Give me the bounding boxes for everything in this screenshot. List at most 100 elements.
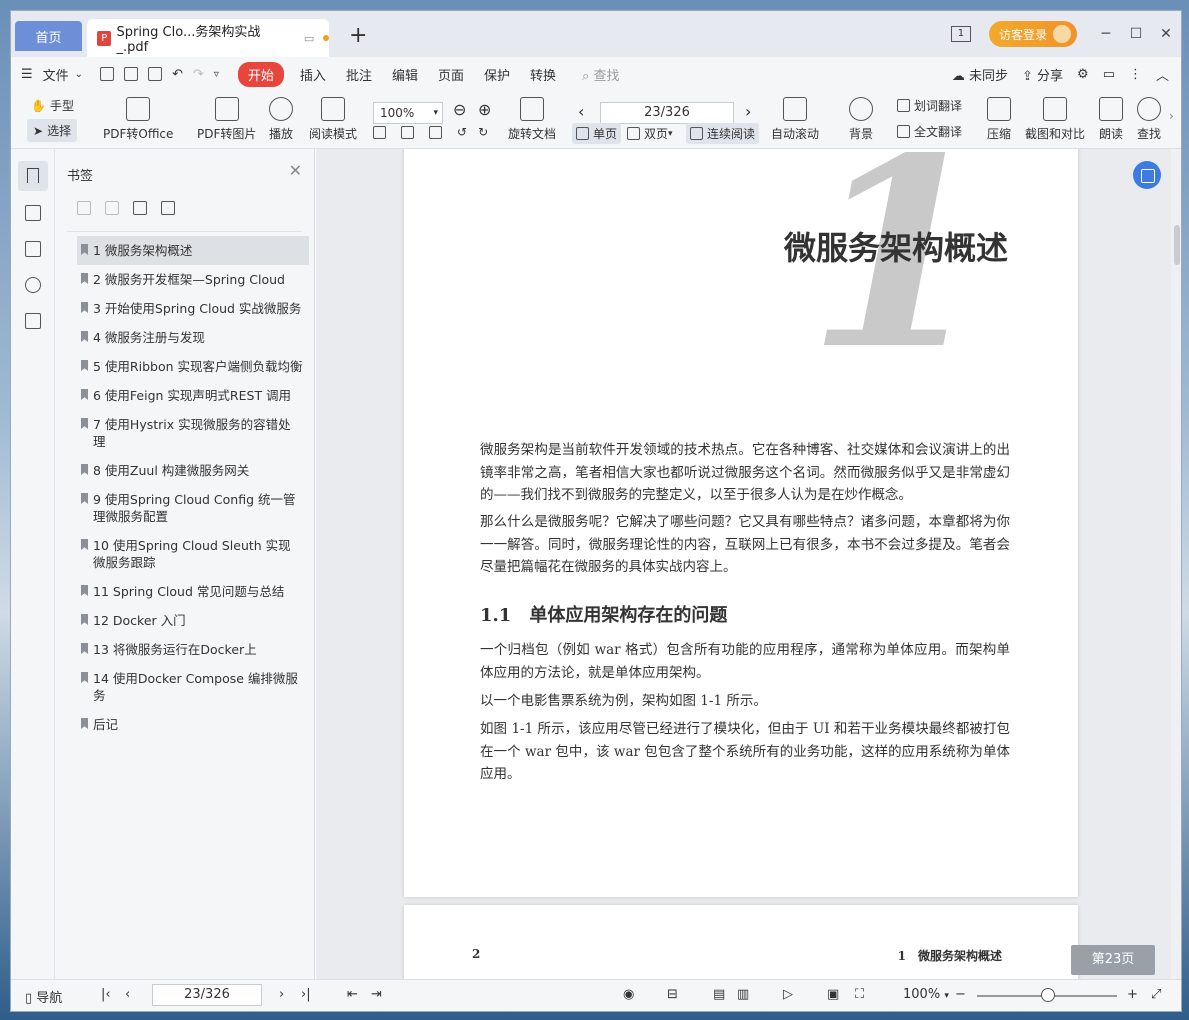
bookmark-item[interactable]: 10 使用Spring Cloud Sleuth 实现微服务跟踪 xyxy=(77,531,309,577)
bookmark-item[interactable]: 13 将微服务运行在Docker上 xyxy=(77,635,309,664)
actual-size-icon[interactable] xyxy=(373,125,386,139)
prev-page-icon[interactable]: ‹ xyxy=(578,102,584,121)
status-zoom-select[interactable]: 100% ▾ xyxy=(903,987,949,1002)
scrollbar-thumb[interactable] xyxy=(1174,225,1180,265)
settings-icon[interactable]: ⚙ xyxy=(1077,67,1089,82)
tab-document[interactable]: P Spring Clo...务架构实战_.pdf ▭ xyxy=(87,19,329,57)
bookmark-panel-icon[interactable] xyxy=(18,161,48,191)
menu-file[interactable]: 文件 xyxy=(43,65,69,84)
vertical-scrollbar[interactable] xyxy=(1171,149,1181,981)
bookmark-item[interactable]: 3 开始使用Spring Cloud 实战微服务 xyxy=(77,294,309,323)
chevron-down-icon[interactable]: ⌄ xyxy=(75,69,83,80)
select-tool-button[interactable]: ➤ 选择 xyxy=(27,119,78,142)
fit-page-icon[interactable]: ⛶ xyxy=(855,987,864,1002)
hand-tool-button[interactable]: ✋ 手型 xyxy=(31,97,74,114)
open-folder-icon[interactable] xyxy=(100,67,115,81)
menu-page[interactable]: 页面 xyxy=(438,65,464,84)
print-icon[interactable] xyxy=(148,67,163,81)
next-page-icon[interactable]: › xyxy=(745,102,751,121)
fullscreen-icon[interactable]: ⤢ xyxy=(1151,987,1161,1002)
bookmark-item[interactable]: 2 微服务开发框架—Spring Cloud xyxy=(77,265,309,294)
zoom-in-icon[interactable]: + xyxy=(1127,987,1138,1002)
bookmark-item[interactable]: 后记 xyxy=(77,710,309,739)
save-icon[interactable] xyxy=(124,67,139,81)
tab-home[interactable]: 首页 xyxy=(15,21,82,51)
menu-icon[interactable]: ☰ xyxy=(21,67,33,82)
zoom-in-icon[interactable]: ⊕ xyxy=(478,100,491,119)
rotate-right-icon[interactable]: ↻ xyxy=(478,125,488,139)
guest-login-button[interactable]: 访客登录 xyxy=(988,21,1077,47)
navigation-toggle[interactable]: ▯ 导航 xyxy=(25,987,62,1006)
continuous-icon[interactable]: ⊟ xyxy=(667,987,678,1002)
fit-width-icon[interactable] xyxy=(429,125,442,139)
comment-panel-icon[interactable] xyxy=(25,241,41,257)
zoom-select[interactable]: 100% ▾ xyxy=(373,102,443,124)
bookmark-item[interactable]: 9 使用Spring Cloud Config 统一管理微服务配置 xyxy=(77,485,309,531)
search-input[interactable]: ⌕ 查找 xyxy=(582,65,619,84)
undo-icon[interactable]: ↶ xyxy=(172,67,183,82)
menu-annotate[interactable]: 批注 xyxy=(346,65,372,84)
more-icon[interactable]: ⋮ xyxy=(1129,67,1142,82)
thumbnail-icon[interactable] xyxy=(25,205,41,221)
pdf-to-office-button[interactable]: PDF转Office xyxy=(103,97,173,142)
menu-edit[interactable]: 编辑 xyxy=(392,65,418,84)
background-button[interactable]: 背景 xyxy=(849,97,873,142)
bookmark-item[interactable]: 4 微服务注册与发现 xyxy=(77,323,309,352)
single-page-icon[interactable]: ▤ xyxy=(713,987,725,1002)
more-dropdown-icon[interactable]: ▿ xyxy=(214,69,219,80)
screenshot-compare-button[interactable]: 截图和对比 xyxy=(1025,97,1085,142)
double-page-icon[interactable]: ▥ xyxy=(737,987,749,1002)
redo-icon[interactable]: ↷ xyxy=(193,67,204,82)
share-button[interactable]: ⇪ 分享 xyxy=(1022,65,1063,84)
ribbon-scroll-right-icon[interactable]: › xyxy=(1169,109,1174,123)
forward-icon[interactable]: ⇥ xyxy=(371,987,382,1002)
menu-start[interactable]: 开始 xyxy=(237,61,284,87)
actual-size-icon[interactable]: ▣ xyxy=(827,987,839,1002)
expand-all-icon[interactable] xyxy=(77,201,91,215)
signature-icon[interactable] xyxy=(25,313,41,329)
close-icon[interactable]: ✕ xyxy=(289,161,302,180)
first-page-icon[interactable]: |‹ xyxy=(101,987,111,1002)
bookmark-item[interactable]: 14 使用Docker Compose 编排微服务 xyxy=(77,664,309,710)
back-icon[interactable]: ⇤ xyxy=(347,987,358,1002)
bookmark-item[interactable]: 5 使用Ribbon 实现客户端侧负载均衡 xyxy=(77,352,309,381)
status-page-input[interactable]: 23/326 xyxy=(152,984,262,1006)
play-button[interactable]: 播放 xyxy=(269,97,293,142)
bookmark-item[interactable]: 12 Docker 入门 xyxy=(77,606,309,635)
bookmark-item[interactable]: 1 微服务架构概述 xyxy=(77,236,309,265)
read-aloud-button[interactable]: 朗读 xyxy=(1099,97,1123,142)
rotate-document-button[interactable]: 旋转文档 xyxy=(508,97,556,142)
collapse-all-icon[interactable] xyxy=(105,201,119,215)
monitor-icon[interactable]: ▭ xyxy=(304,32,314,45)
auto-scroll-button[interactable]: 自动滚动 xyxy=(771,97,819,142)
bookmark-item[interactable]: 7 使用Hystrix 实现微服务的容错处理 xyxy=(77,410,309,456)
eye-protection-icon[interactable]: ◉ xyxy=(623,987,634,1002)
window-count-icon[interactable]: 1 xyxy=(950,26,971,42)
double-page-button[interactable]: 双页 ▾ xyxy=(627,125,673,142)
next-page-icon[interactable]: › xyxy=(279,987,284,1002)
bookmark-icon[interactable] xyxy=(161,201,175,215)
prev-page-icon[interactable]: ‹ xyxy=(125,987,130,1002)
floating-tool-button[interactable] xyxy=(1133,161,1161,189)
single-page-button[interactable]: 单页 xyxy=(572,123,622,144)
read-mode-button[interactable]: 阅读模式 xyxy=(309,97,357,142)
zoom-out-icon[interactable]: − xyxy=(955,987,966,1002)
sync-status[interactable]: ☁ 未同步 xyxy=(952,65,1008,84)
collapse-icon[interactable]: ︿ xyxy=(1156,65,1169,84)
bookmark-item[interactable]: 11 Spring Cloud 常见问题与总结 xyxy=(77,577,309,606)
page-number-input[interactable]: 23/326 xyxy=(600,102,734,124)
rotate-left-icon[interactable]: ↺ xyxy=(457,125,467,139)
zoom-out-icon[interactable]: ⊖ xyxy=(453,100,466,119)
last-page-icon[interactable]: ›| xyxy=(301,987,311,1002)
play-icon[interactable]: ▷ xyxy=(783,987,793,1002)
minimize-icon[interactable]: ─ xyxy=(1091,26,1121,42)
find-button[interactable]: 查找 xyxy=(1137,97,1161,142)
pdf-to-image-button[interactable]: PDF转图片 xyxy=(197,97,256,142)
comment-icon[interactable]: ▭ xyxy=(1103,67,1115,82)
compress-button[interactable]: 压缩 xyxy=(987,97,1011,142)
menu-protect[interactable]: 保护 xyxy=(484,65,510,84)
menu-convert[interactable]: 转换 xyxy=(530,65,556,84)
menu-insert[interactable]: 插入 xyxy=(300,65,326,84)
document-viewer[interactable]: 1 微服务架构概述 微服务架构是当前软件开发领域的技术热点。它在各种博客、社交媒… xyxy=(316,149,1181,981)
bookmark-item[interactable]: 8 使用Zuul 构建微服务网关 xyxy=(77,456,309,485)
